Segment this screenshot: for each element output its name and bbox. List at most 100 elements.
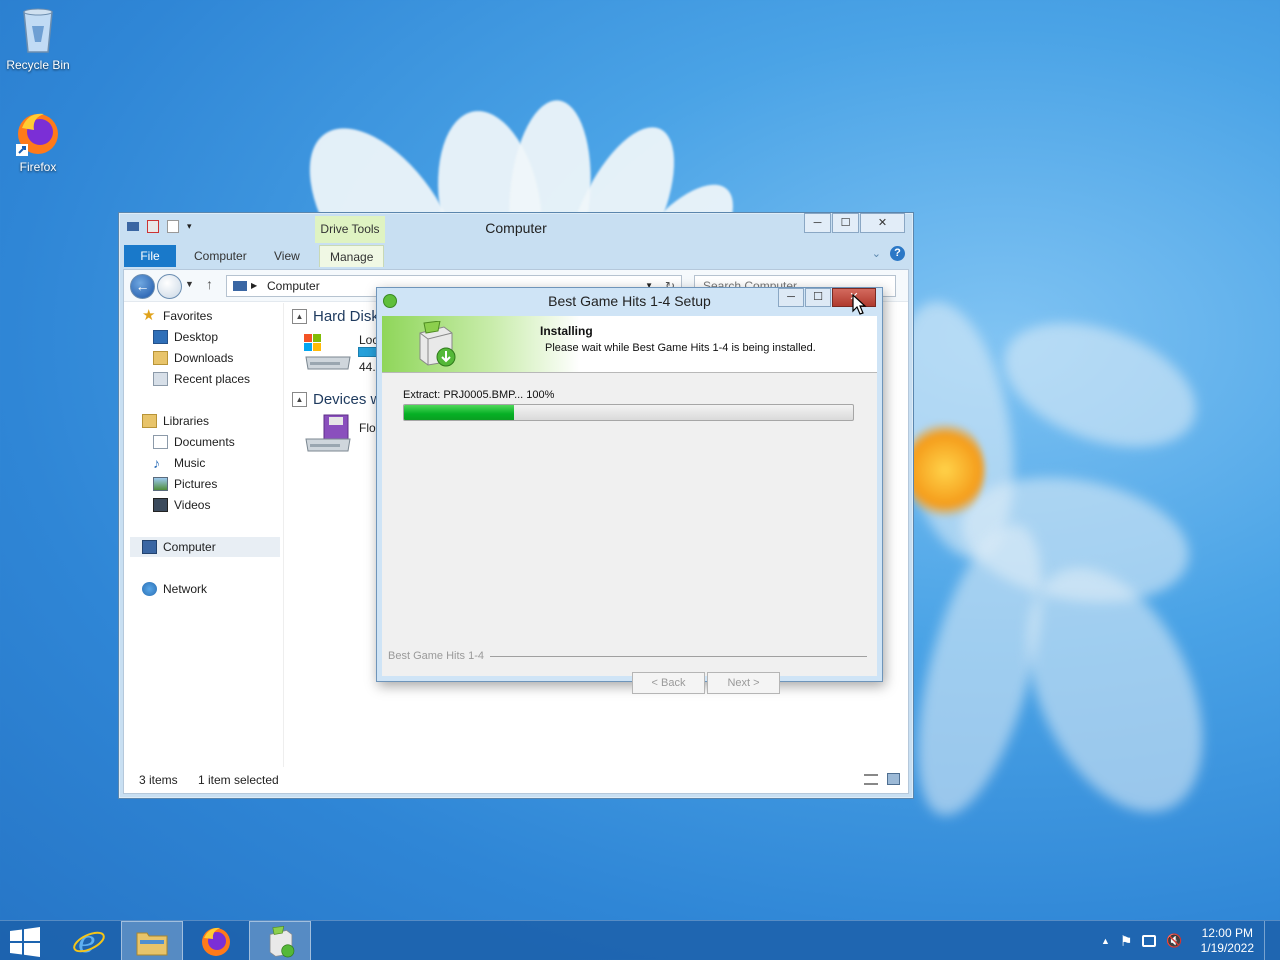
breadcrumb-computer[interactable]: Computer (267, 279, 320, 293)
close-button[interactable]: ✕ (860, 213, 905, 233)
nav-item-label: Documents (174, 435, 235, 449)
computer-icon (142, 540, 157, 554)
taskbar-file-explorer[interactable] (121, 921, 183, 960)
desktop-icon-recycle-bin[interactable]: Recycle Bin (0, 6, 76, 72)
hard-drive-icon (304, 334, 351, 370)
install-progress-fill (404, 405, 514, 420)
nav-network[interactable]: Network (142, 579, 207, 599)
libraries-icon (142, 414, 157, 428)
documents-icon (153, 435, 168, 449)
nav-libraries-label: Libraries (163, 414, 210, 428)
firefox-icon (202, 927, 230, 956)
nav-item-pictures[interactable]: Pictures (153, 474, 217, 494)
status-bar: 3 items 1 item selected (124, 767, 908, 793)
nav-libraries[interactable]: Libraries (142, 411, 209, 431)
back-button[interactable]: < Back (632, 672, 705, 694)
collapse-group-icon[interactable]: ▲ (292, 392, 307, 407)
nav-item-downloads[interactable]: Downloads (153, 348, 233, 368)
system-tray: ▲ ⚑ 🔇 12:00 PM 1/19/2022 (1101, 921, 1270, 960)
taskbar-setup-installer[interactable] (249, 921, 311, 960)
forward-button[interactable] (157, 274, 182, 299)
nav-computer[interactable]: Computer (130, 537, 280, 557)
tab-file[interactable]: File (124, 245, 176, 267)
taskbar-internet-explorer[interactable]: e (58, 921, 120, 960)
minimize-button[interactable]: ─ (804, 213, 831, 233)
group-devices-label: Devices wi (313, 391, 385, 408)
explorer-titlebar[interactable]: ▾ Drive Tools Computer ─ ☐ ✕ (119, 213, 913, 243)
install-box-icon (419, 321, 456, 367)
show-hidden-icons-icon[interactable]: ▲ (1101, 936, 1110, 946)
up-arrow-icon[interactable]: ↑ (206, 276, 213, 292)
setup-content: Installing Please wait while Best Game H… (382, 316, 877, 694)
show-desktop-button[interactable] (1264, 921, 1270, 960)
firefox-label: Firefox (19, 160, 57, 174)
floppy-drive-icon (305, 414, 351, 452)
network-icon (142, 582, 157, 596)
large-icons-view-icon[interactable] (887, 773, 900, 785)
svg-text:e: e (78, 925, 96, 958)
desktop-icon (153, 330, 168, 344)
clock-date: 1/19/2022 (1200, 941, 1254, 955)
status-item-count: 3 items (139, 773, 178, 787)
tab-view[interactable]: View (264, 245, 310, 267)
clock-time: 12:00 PM (1201, 926, 1253, 940)
taskbar-firefox[interactable] (185, 921, 247, 960)
details-view-icon[interactable] (864, 774, 878, 785)
music-icon: ♪ (153, 455, 160, 471)
nav-item-desktop[interactable]: Desktop (153, 327, 218, 347)
setup-maximize-button[interactable]: ☐ (805, 288, 831, 307)
start-button[interactable] (0, 921, 50, 960)
installer-branding: Best Game Hits 1-4 (388, 649, 867, 663)
pictures-icon (153, 477, 168, 491)
nav-item-label: Downloads (174, 351, 234, 365)
nav-computer-label: Computer (163, 540, 216, 554)
recent-locations-chevron-icon[interactable]: ▼ (185, 279, 194, 289)
star-icon: ★ (142, 307, 156, 324)
install-status-text: Extract: PRJ0005.BMP... 100% (403, 389, 555, 401)
tab-manage[interactable]: Manage (319, 245, 385, 267)
maximize-button[interactable]: ☐ (832, 213, 859, 233)
group-hard-disk-label: Hard Disk (313, 308, 379, 325)
nav-item-music[interactable]: ♪ Music (153, 453, 205, 473)
clock[interactable]: 12:00 PM 1/19/2022 (1201, 926, 1254, 956)
setup-header: Installing Please wait while Best Game H… (382, 316, 877, 373)
next-button[interactable]: Next > (707, 672, 780, 694)
group-hard-disk-drives[interactable]: ▲ Hard Disk (292, 308, 379, 325)
installer-brand-text: Best Game Hits 1-4 (388, 650, 484, 662)
setup-installer-icon (269, 926, 295, 958)
nav-favorites-label: Favorites (163, 309, 213, 323)
install-heading: Installing (540, 324, 593, 338)
recycle-bin-label: Recycle Bin (6, 58, 70, 72)
expand-ribbon-icon[interactable]: ⌄ (872, 247, 881, 260)
help-icon[interactable]: ? (890, 246, 905, 261)
nav-item-recent-places[interactable]: Recent places (153, 369, 250, 389)
group-devices-removable[interactable]: ▲ Devices wi (292, 391, 385, 408)
action-center-flag-icon[interactable]: ⚑ (1120, 933, 1133, 950)
branding-divider (489, 655, 867, 657)
nav-item-label: Music (174, 456, 206, 470)
collapse-group-icon[interactable]: ▲ (292, 309, 307, 324)
firefox-icon (14, 108, 62, 158)
mouse-cursor-icon (852, 294, 867, 315)
nav-item-videos[interactable]: Videos (153, 495, 210, 515)
volume-muted-icon[interactable]: 🔇 (1166, 933, 1182, 949)
desktop-icon-firefox[interactable]: Firefox (0, 108, 76, 174)
network-status-icon[interactable] (1142, 935, 1157, 947)
back-button[interactable]: ← (130, 274, 155, 299)
nav-item-label: Videos (174, 498, 211, 512)
setup-dialog[interactable]: Best Game Hits 1-4 Setup ─ ☐ ✕ Installin… (376, 287, 883, 694)
downloads-icon (153, 351, 168, 365)
tab-computer[interactable]: Computer (184, 245, 257, 267)
internet-explorer-icon: e (73, 925, 105, 958)
setup-minimize-button[interactable]: ─ (778, 288, 804, 307)
computer-small-icon (233, 281, 247, 291)
windows-start-icon (10, 927, 40, 957)
install-subheading: Please wait while Best Game Hits 1-4 is … (545, 342, 816, 354)
recycle-bin-icon (14, 6, 62, 56)
explorer-title: Computer (485, 220, 547, 236)
nav-item-label: Pictures (174, 477, 218, 491)
recent-places-icon (153, 372, 168, 386)
nav-favorites[interactable]: ★ Favorites (142, 306, 212, 326)
nav-network-label: Network (163, 582, 208, 596)
nav-item-documents[interactable]: Documents (153, 432, 235, 452)
